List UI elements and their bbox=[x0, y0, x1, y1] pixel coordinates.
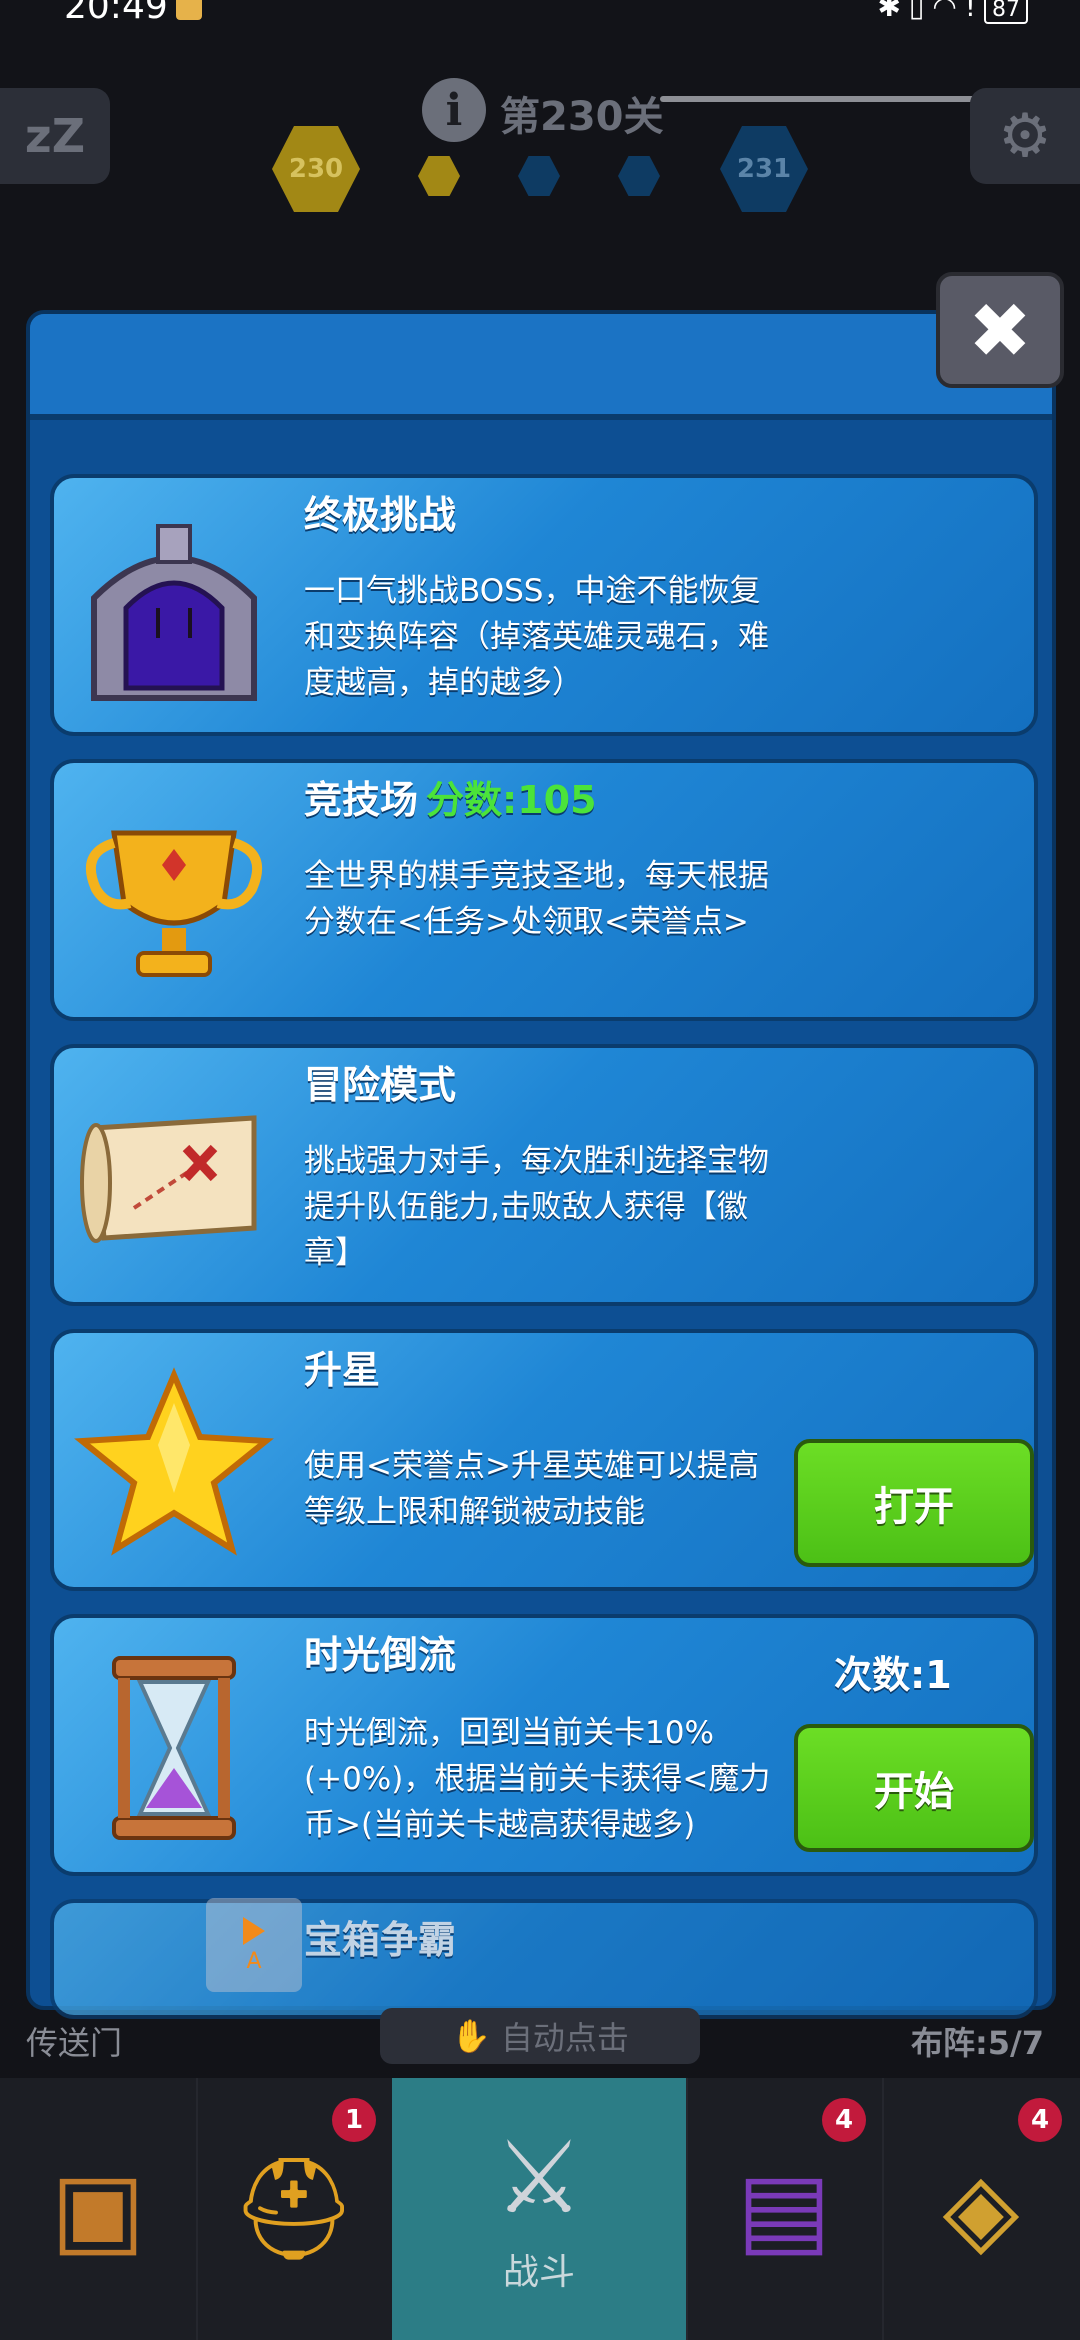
ad-badge-letter: A bbox=[246, 1948, 262, 1974]
level-hex-current: 230 bbox=[272, 126, 360, 212]
notification-badge: 1 bbox=[332, 2098, 376, 2142]
auto-click-button[interactable]: ✋ 自动点击 bbox=[380, 2008, 700, 2064]
mode-card-star-up: 升星 使用<荣誉点>升星英雄可以提高等级上限和解锁被动技能 打开 bbox=[50, 1329, 1038, 1591]
nav-tab-label: 战斗 bbox=[502, 2252, 575, 2293]
card-title: 宝箱争霸 bbox=[304, 1918, 457, 1962]
card-description: 挑战强力对手，每次胜利选择宝物提升队伍能力,击败敌人获得【徽章】 bbox=[304, 1143, 769, 1271]
formation-count: 布阵:5/7 bbox=[910, 2024, 1044, 2062]
hourglass-icon bbox=[74, 1648, 274, 1848]
sleep-zz-icon: zZ bbox=[24, 109, 86, 163]
battery-icon: 87 bbox=[984, 0, 1028, 24]
portal-label[interactable]: 传送门 bbox=[26, 2018, 122, 2064]
stone-gate-icon bbox=[74, 508, 274, 708]
bottom-navigation: ▣ ⛑ 1 ⚔ 战斗 ▤ 4 ◈ 4 bbox=[0, 2078, 1080, 2340]
mode-card-chest-battle[interactable]: 宝箱争霸 bbox=[50, 1899, 1038, 2019]
open-button[interactable]: 打开 bbox=[794, 1439, 1034, 1567]
status-bar: 20:49 ✱▯◠! 87 bbox=[0, 0, 1080, 30]
nav-tab-chest[interactable]: ▣ bbox=[0, 2078, 198, 2340]
trophy-icon bbox=[74, 793, 274, 993]
app-notification-icon bbox=[176, 0, 202, 20]
nav-tab-spellbook[interactable]: ▤ 4 bbox=[686, 2078, 884, 2340]
settings-button[interactable]: ⚙ bbox=[970, 88, 1080, 184]
star-icon bbox=[74, 1363, 274, 1563]
close-button[interactable]: ✖ bbox=[936, 272, 1064, 388]
bluetooth-icon: ✱ bbox=[877, 0, 909, 23]
play-icon bbox=[243, 1916, 265, 1945]
treasure-map-icon bbox=[74, 1078, 274, 1278]
hand-icon: ✋ bbox=[451, 2017, 491, 2055]
level-hex-step bbox=[618, 156, 660, 196]
info-icon[interactable]: i bbox=[422, 78, 486, 142]
notification-badge: 4 bbox=[1018, 2098, 1062, 2142]
winged-helmet-icon: ⛑ bbox=[230, 2150, 358, 2267]
card-title: 竞技场 分数:105 bbox=[304, 769, 597, 824]
vibrate-icon: ▯ bbox=[908, 0, 933, 23]
gear-icon: ⚙ bbox=[998, 101, 1052, 171]
sleep-button[interactable]: zZ bbox=[0, 88, 110, 184]
mode-select-dialog: 终极挑战 一口气挑战BOSS，中途不能恢复和变换阵容（掉落英雄灵魂石，难度越高，… bbox=[26, 310, 1056, 2019]
card-description: 使用<荣誉点>升星英雄可以提高等级上限和解锁被动技能 bbox=[304, 1448, 759, 1530]
amulet-icon: ◈ bbox=[942, 2150, 1020, 2267]
battery-level: 87 bbox=[992, 0, 1020, 22]
game-top-bar: zZ i 第230关 ⚙ 230 231 bbox=[0, 60, 1080, 212]
rewind-count: 次数:1 bbox=[834, 1653, 952, 1697]
mode-card-time-rewind: 时光倒流 次数:1 时光倒流，回到当前关卡10%(+0%)，根据当前关卡获得<魔… bbox=[50, 1614, 1038, 1876]
wifi-icon: ◠ bbox=[932, 0, 965, 23]
notification-badge: 4 bbox=[822, 2098, 866, 2142]
auto-click-label: 自动点击 bbox=[500, 2019, 629, 2057]
system-icons: ✱▯◠! 87 bbox=[877, 0, 1028, 24]
mode-card-adventure[interactable]: 冒险模式 挑战强力对手，每次胜利选择宝物提升队伍能力,击败敌人获得【徽章】 bbox=[50, 1044, 1038, 1306]
level-hex-next: 231 bbox=[720, 126, 808, 212]
status-time: 20:49 bbox=[64, 0, 168, 27]
card-description: 全世界的棋手竞技圣地，每天根据分数在<任务>处领取<荣誉点> bbox=[304, 858, 769, 940]
card-title: 时光倒流 bbox=[304, 1633, 457, 1677]
card-title: 升星 bbox=[304, 1348, 381, 1392]
crossed-swords-icon: ⚔ bbox=[494, 2119, 584, 2236]
card-title: 冒险模式 bbox=[304, 1063, 457, 1107]
start-button[interactable]: 开始 bbox=[794, 1724, 1034, 1852]
card-title-text: 竞技场 bbox=[304, 778, 419, 822]
level-hex-step bbox=[518, 156, 560, 196]
ad-video-badge[interactable]: A bbox=[206, 1898, 302, 1992]
nav-tab-amulet[interactable]: ◈ 4 bbox=[882, 2078, 1080, 2340]
alert-icon: ! bbox=[964, 0, 984, 23]
nav-tab-heroes[interactable]: ⛑ 1 bbox=[196, 2078, 394, 2340]
dialog-header bbox=[30, 314, 1052, 420]
mode-card-arena[interactable]: 竞技场 分数:105 全世界的棋手竞技圣地，每天根据分数在<任务>处领取<荣誉点> bbox=[50, 759, 1038, 1021]
card-description: 一口气挑战BOSS，中途不能恢复和变换阵容（掉落英雄灵魂石，难度越高，掉的越多） bbox=[304, 573, 769, 701]
level-hex-step bbox=[418, 156, 460, 196]
card-title: 终极挑战 bbox=[304, 493, 457, 537]
arena-score: 分数:105 bbox=[426, 778, 597, 822]
level-title: 第230关 bbox=[500, 94, 664, 140]
nav-tab-battle[interactable]: ⚔ 战斗 bbox=[392, 2078, 688, 2340]
mode-card-ultimate-challenge[interactable]: 终极挑战 一口气挑战BOSS，中途不能恢复和变换阵容（掉落英雄灵魂石，难度越高，… bbox=[50, 474, 1038, 736]
card-description: 时光倒流，回到当前关卡10%(+0%)，根据当前关卡获得<魔力币>(当前关卡越高… bbox=[304, 1715, 771, 1843]
close-icon: ✖ bbox=[968, 285, 1032, 375]
treasure-chest-icon: ▣ bbox=[50, 2150, 146, 2267]
spellbook-icon: ▤ bbox=[736, 2150, 832, 2267]
